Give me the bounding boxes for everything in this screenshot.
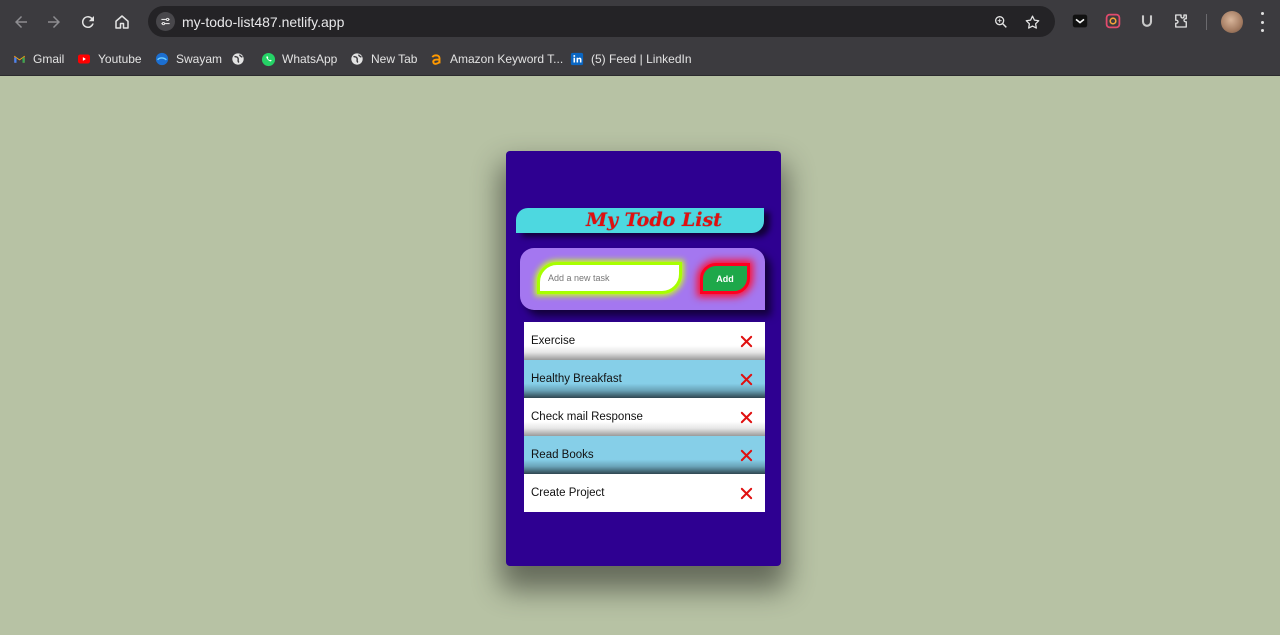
home-icon	[115, 15, 129, 29]
pocket-extension-icon[interactable]	[1070, 11, 1090, 31]
reload-button[interactable]	[76, 10, 100, 34]
arrow-right-icon	[48, 16, 60, 28]
task-item: Exercise	[524, 322, 765, 360]
linkedin-icon	[569, 51, 585, 67]
browser-toolbar: my-todo-list487.netlify.app	[0, 0, 1280, 43]
gmail-icon	[11, 51, 27, 67]
delete-x-icon[interactable]	[739, 372, 753, 386]
site-info-icon[interactable]	[156, 12, 175, 31]
task-item: Read Books	[524, 436, 765, 474]
task-label: Exercise	[531, 335, 576, 347]
bookmark-amazon-keyword[interactable]: Amazon Keyword T...	[428, 49, 563, 69]
bookmark-whatsapp[interactable]: WhatsApp	[260, 49, 337, 69]
task-label: Healthy Breakfast	[531, 373, 622, 385]
task-item: Create Project	[524, 474, 765, 512]
address-bar[interactable]: my-todo-list487.netlify.app	[148, 6, 1055, 37]
bookmark-globe[interactable]	[230, 49, 246, 69]
amazon-icon	[428, 51, 444, 67]
globe-icon	[349, 51, 365, 67]
task-list: Exercise Healthy Breakfast Check mail Re…	[524, 322, 765, 512]
browser-menu-icon[interactable]	[1259, 12, 1265, 32]
bookmark-new-tab[interactable]: New Tab	[349, 49, 417, 69]
toolbar-divider	[1206, 14, 1207, 30]
todo-app-card: My Todo List Add Exercise Healthy Breakf…	[506, 151, 781, 566]
forward-button[interactable]	[42, 10, 66, 34]
home-button[interactable]	[110, 10, 134, 34]
bookmark-linkedin[interactable]: (5) Feed | LinkedIn	[569, 49, 692, 69]
extensions-puzzle-icon[interactable]	[1171, 11, 1191, 31]
task-item: Healthy Breakfast	[524, 360, 765, 398]
bookmark-youtube[interactable]: Youtube	[76, 49, 142, 69]
delete-x-icon[interactable]	[739, 486, 753, 500]
task-label: Check mail Response	[531, 411, 643, 423]
task-label: Read Books	[531, 449, 594, 461]
task-input[interactable]	[537, 262, 682, 294]
add-button[interactable]: Add	[700, 263, 750, 294]
u-extension-icon[interactable]	[1137, 11, 1157, 31]
bookmark-gmail[interactable]: Gmail	[11, 49, 64, 69]
delete-x-icon[interactable]	[739, 448, 753, 462]
zoom-icon[interactable]	[992, 13, 1010, 31]
title-bar: My Todo List	[516, 208, 764, 233]
bookmark-swayam[interactable]: Swayam	[154, 49, 222, 69]
globe-icon	[230, 51, 246, 67]
instagram-extension-icon[interactable]	[1103, 11, 1123, 31]
add-task-panel: Add	[520, 248, 765, 310]
back-button[interactable]	[9, 10, 33, 34]
task-label: Create Project	[531, 487, 605, 499]
swayam-icon	[154, 51, 170, 67]
delete-x-icon[interactable]	[739, 334, 753, 348]
whatsapp-icon	[260, 51, 276, 67]
bookmarks-bar: Gmail Youtube Swayam WhatsApp New Tab Am…	[0, 43, 1280, 76]
profile-avatar[interactable]	[1221, 11, 1243, 33]
youtube-icon	[76, 51, 92, 67]
bookmark-star-icon[interactable]	[1023, 13, 1041, 31]
arrow-left-icon	[15, 16, 27, 28]
reload-icon	[81, 16, 94, 29]
task-item: Check mail Response	[524, 398, 765, 436]
delete-x-icon[interactable]	[739, 410, 753, 424]
url-text: my-todo-list487.netlify.app	[182, 14, 345, 30]
app-title: My Todo List	[586, 209, 722, 231]
